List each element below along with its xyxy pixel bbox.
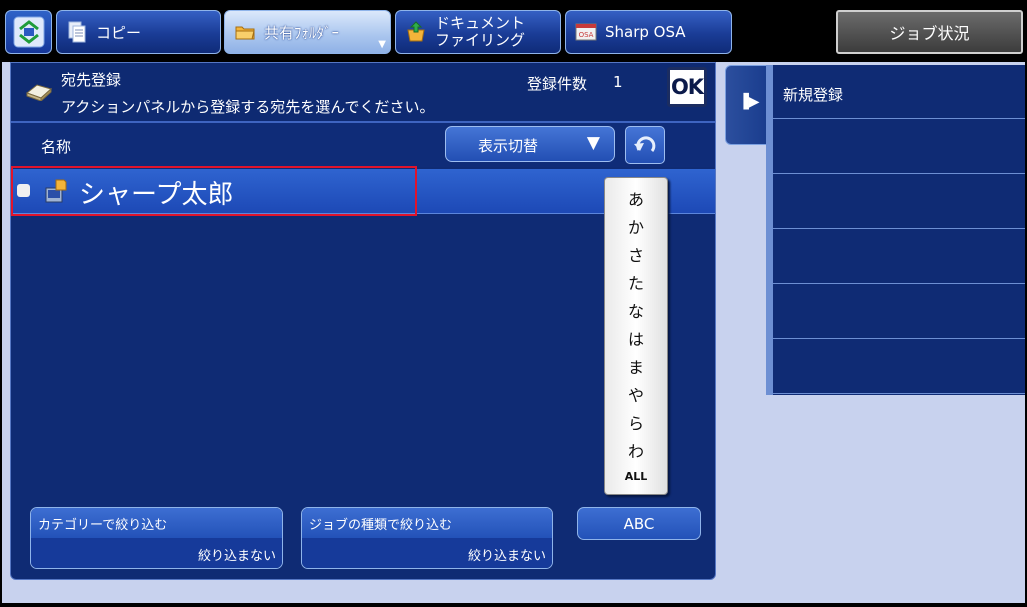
action-item-label: 新規登録 xyxy=(783,86,844,104)
chevron-down-icon: ▼ xyxy=(378,39,386,50)
job-type-filter-title: ジョブの種類で絞り込む xyxy=(309,518,453,533)
job-status-button[interactable]: ジョブ状況 xyxy=(836,10,1023,54)
kana-index-ka[interactable]: か xyxy=(605,214,667,238)
ok-button[interactable]: OK xyxy=(667,67,707,107)
action-panel-toggle[interactable]: ▐▶ xyxy=(725,65,767,145)
kana-index-ta[interactable]: た xyxy=(605,270,667,294)
kana-index-ya[interactable]: や xyxy=(605,382,667,406)
category-filter-title: カテゴリーで絞り込む xyxy=(38,518,168,533)
osa-badge-text: OSA xyxy=(579,31,594,39)
kana-index-na[interactable]: な xyxy=(605,298,667,322)
tab-copy-label: コピー xyxy=(96,23,142,42)
column-name-label: 名称 xyxy=(41,138,72,156)
dropdown-arrow-icon: ▼ xyxy=(586,133,600,153)
kana-index-ha[interactable]: は xyxy=(605,326,667,350)
panel-header: 宛先登録 アクションパネルから登録する宛先を選んでください。 登録件数 1 OK xyxy=(11,63,715,121)
page-title: 宛先登録 xyxy=(61,71,122,89)
copy-icon xyxy=(68,21,86,43)
undo-button[interactable] xyxy=(625,126,665,164)
column-header: 名称 表示切替 ▼ xyxy=(11,123,715,167)
job-type-filter-button[interactable]: ジョブの種類で絞り込む 絞り込まない xyxy=(301,507,553,569)
selection-highlight xyxy=(11,166,417,216)
tab-document-filing-label: ドキュメント ファイリング xyxy=(435,14,526,49)
main-area: 宛先登録 アクションパネルから登録する宛先を選んでください。 登録件数 1 OK… xyxy=(2,62,1025,603)
registered-count-label: 登録件数 xyxy=(527,75,588,93)
kana-index-ma[interactable]: ま xyxy=(605,354,667,378)
address-book-icon xyxy=(25,84,53,101)
osa-icon: OSA xyxy=(575,23,597,41)
kana-index-a[interactable]: あ xyxy=(605,186,667,210)
abc-button[interactable]: ABC xyxy=(577,507,701,540)
tab-shared-folder-label: 共有ﾌｫﾙﾀﾞｰ xyxy=(264,23,340,42)
instruction-text: アクションパネルから登録する宛先を選んでください。 xyxy=(61,98,435,116)
home-button[interactable] xyxy=(5,10,52,54)
top-bar: コピー 共有ﾌｫﾙﾀﾞｰ ▼ ドキュメント ファイリング OSA Sharp O… xyxy=(0,0,1027,62)
category-filter-button[interactable]: カテゴリーで絞り込む 絞り込まない xyxy=(30,507,283,569)
action-panel: 新規登録 xyxy=(773,65,1025,395)
kana-index-wa[interactable]: わ xyxy=(605,438,667,462)
action-new-registration[interactable]: 新規登録 xyxy=(773,65,1025,119)
kana-index-ra[interactable]: ら xyxy=(605,410,667,434)
address-registration-panel: 宛先登録 アクションパネルから登録する宛先を選んでください。 登録件数 1 OK… xyxy=(10,62,716,580)
folder-icon xyxy=(235,26,255,40)
registered-count-value: 1 xyxy=(613,73,623,91)
action-panel-border xyxy=(766,65,773,395)
kana-index-sa[interactable]: さ xyxy=(605,242,667,266)
undo-icon xyxy=(634,136,656,152)
job-type-filter-value: 絞り込まない xyxy=(467,549,546,564)
tab-document-filing[interactable]: ドキュメント ファイリング xyxy=(395,10,561,54)
tab-copy[interactable]: コピー xyxy=(56,10,221,54)
bottom-border xyxy=(0,603,1027,607)
document-filing-icon xyxy=(407,21,425,42)
kana-index-bar[interactable]: あ か さ た な は ま や ら わ ALL xyxy=(604,177,668,495)
tab-sharp-osa[interactable]: OSA Sharp OSA xyxy=(565,10,732,54)
home-icon xyxy=(13,16,44,48)
action-item-empty xyxy=(773,230,1025,284)
action-item-empty xyxy=(773,285,1025,339)
action-item-empty xyxy=(773,120,1025,174)
action-item-empty xyxy=(773,340,1025,394)
category-filter-value: 絞り込まない xyxy=(197,549,276,564)
kana-index-all[interactable]: ALL xyxy=(605,470,667,483)
expand-arrow-icon: ▐▶ xyxy=(738,94,760,110)
display-switch-label: 表示切替 xyxy=(478,137,539,155)
action-item-empty xyxy=(773,175,1025,229)
tab-sharp-osa-label: Sharp OSA xyxy=(605,23,686,41)
tab-shared-folder[interactable]: 共有ﾌｫﾙﾀﾞｰ ▼ xyxy=(224,10,391,54)
display-switch-button[interactable]: 表示切替 ▼ xyxy=(445,126,615,162)
